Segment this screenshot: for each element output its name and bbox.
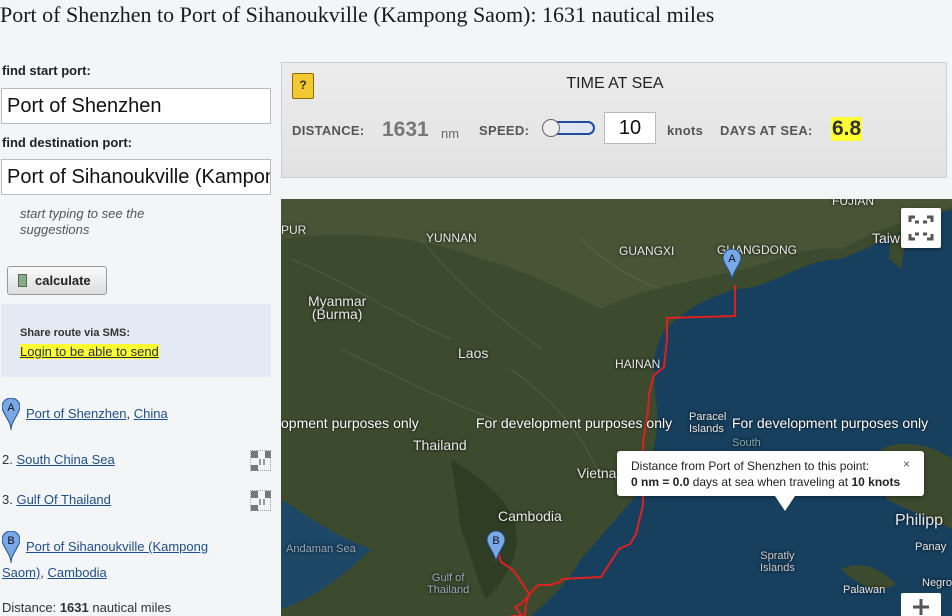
map-marker-b[interactable]: B bbox=[487, 531, 505, 563]
map-label-fujian: FUJIAN bbox=[832, 199, 874, 208]
qr-code-icon[interactable] bbox=[250, 490, 271, 511]
fullscreen-icon bbox=[908, 215, 934, 241]
fullscreen-button[interactable] bbox=[901, 208, 941, 248]
tooltip-line2: 0 nm = 0.0 days at sea when traveling at… bbox=[631, 474, 910, 490]
map-marker-b-letter: B bbox=[492, 535, 499, 547]
panel-title: TIME AT SEA bbox=[566, 75, 664, 92]
destination-port-value: Port of Sihanoukville (Kampong Saom) bbox=[7, 166, 270, 188]
qr-code-icon[interactable] bbox=[250, 450, 271, 471]
distance-footer-value: 1631 bbox=[59, 600, 89, 615]
distance-footer-label: Distance: bbox=[2, 600, 57, 615]
map-label-vietnam: Vietna bbox=[577, 465, 617, 481]
marker-a-letter: A bbox=[7, 402, 15, 414]
map-label-philippines: Philipp bbox=[895, 512, 944, 529]
route-item-2-index: 2. bbox=[2, 452, 13, 467]
start-port-value: Port of Shenzhen bbox=[7, 95, 162, 117]
calculate-button[interactable]: calculate bbox=[7, 266, 107, 295]
route-start-country-link[interactable]: China bbox=[134, 406, 168, 421]
distance-tooltip: Distance from Port of Shenzhen to this p… bbox=[617, 451, 924, 511]
map-label-andaman: Andaman Sea bbox=[286, 543, 356, 555]
route-start-port-link[interactable]: Port of Shenzhen bbox=[26, 406, 126, 421]
input-hint: start typing to see the suggestions bbox=[20, 206, 145, 237]
map-label-pur: PUR bbox=[281, 223, 307, 237]
route-item-3-index: 3. bbox=[2, 492, 13, 507]
speed-input[interactable] bbox=[604, 112, 656, 144]
distance-label: DISTANCE: bbox=[292, 123, 365, 138]
map-label-palawan: Palawan bbox=[843, 584, 886, 596]
route-end-port-link[interactable]: Port of Sihanoukville (Kampong bbox=[26, 539, 208, 554]
days-at-sea-label: DAYS AT SEA: bbox=[720, 123, 813, 138]
calculate-label: calculate bbox=[35, 273, 91, 288]
map-label-myanmar: Myanmar (Burma) bbox=[308, 293, 367, 322]
route-item-2: 2. South China Sea bbox=[2, 452, 115, 467]
tooltip-line1: Distance from Port of Shenzhen to this p… bbox=[631, 459, 870, 473]
sms-share-title: Share route via SMS: bbox=[20, 327, 131, 339]
map-label-paracel: Paracel Islands bbox=[689, 411, 727, 435]
speed-label: SPEED: bbox=[479, 123, 530, 138]
distance-summary: Distance: 1631 nautical miles bbox=[2, 600, 171, 615]
days-at-sea-value: 6.8 bbox=[831, 117, 863, 141]
dev-watermark-2: For development purposes only bbox=[476, 415, 673, 431]
map-label-gulf-thailand: Gulf of Thailand bbox=[427, 572, 470, 596]
route-end-port-link-cont[interactable]: Saom) bbox=[2, 565, 40, 580]
distance-footer-unit: nautical miles bbox=[92, 600, 172, 615]
marker-b-letter: B bbox=[7, 535, 14, 547]
map-terrain bbox=[281, 199, 952, 616]
tooltip-mid-text: days at sea when traveling at bbox=[689, 475, 852, 489]
map-marker-a[interactable]: A bbox=[723, 249, 741, 281]
sms-share-box: Share route via SMS: Login to be able to… bbox=[1, 304, 271, 377]
speed-slider-knob[interactable] bbox=[542, 119, 560, 137]
calculator-icon bbox=[18, 274, 27, 287]
map-label-spratly: Spratly Islands bbox=[760, 550, 795, 574]
route-item-end-line1: Port of Sihanoukville (Kampong bbox=[26, 539, 208, 554]
map-label-guangxi: GUANGXI bbox=[619, 244, 675, 258]
route-item-end-line2: Saom), Cambodia bbox=[2, 565, 107, 580]
tooltip-tail bbox=[775, 496, 795, 511]
map-label-laos: Laos bbox=[458, 345, 489, 361]
speed-slider[interactable] bbox=[542, 119, 595, 137]
map-label-thailand: Thailand bbox=[413, 437, 467, 453]
start-port-label: find start port: bbox=[2, 63, 91, 78]
distance-unit: nm bbox=[441, 126, 460, 141]
destination-port-input[interactable]: Port of Sihanoukville (Kampong Saom) bbox=[1, 159, 271, 195]
tooltip-knots-value: 10 knots bbox=[851, 475, 901, 489]
dev-watermark-3: For development purposes only bbox=[732, 415, 929, 431]
route-end-country-link[interactable]: Cambodia bbox=[48, 565, 107, 580]
destination-port-label: find destination port: bbox=[2, 135, 132, 150]
distance-value: 1631 bbox=[382, 118, 429, 141]
map-label-yunnan: YUNNAN bbox=[426, 231, 477, 245]
dev-watermark-1: opment purposes only bbox=[281, 415, 419, 431]
marker-b-icon: B bbox=[2, 531, 20, 563]
map-label-cambodia: Cambodia bbox=[498, 508, 562, 524]
route-item-3: 3. Gulf Of Thailand bbox=[2, 492, 111, 507]
route-item-2-link[interactable]: South China Sea bbox=[16, 452, 114, 467]
marker-a-icon: A bbox=[2, 398, 20, 430]
map-label-south: South bbox=[732, 437, 761, 449]
tooltip-nm-value: 0 nm = 0.0 bbox=[631, 475, 690, 489]
time-at-sea-panel: ? TIME AT SEA DISTANCE: 1631 nm SPEED: k… bbox=[281, 62, 947, 178]
map-label-negros: Negro bbox=[922, 577, 952, 589]
start-port-input[interactable]: Port of Shenzhen bbox=[1, 88, 271, 124]
tooltip-close-icon[interactable]: × bbox=[903, 456, 910, 472]
route-item-3-link[interactable]: Gulf Of Thailand bbox=[16, 492, 110, 507]
plus-icon bbox=[913, 599, 929, 615]
speed-unit: knots bbox=[667, 123, 704, 138]
sms-login-link[interactable]: Login to be able to send bbox=[20, 344, 159, 359]
route-map[interactable]: FUJIAN PUR YUNNAN GUANGXI GUANGDONG Taiw… bbox=[281, 199, 952, 616]
map-label-hainan: HAINAN bbox=[615, 357, 661, 371]
page-title: Port of Shenzhen to Port of Sihanoukvill… bbox=[0, 2, 715, 27]
map-marker-a-letter: A bbox=[728, 253, 736, 265]
map-label-panay: Panay bbox=[915, 541, 947, 553]
zoom-in-button[interactable] bbox=[901, 593, 941, 616]
map-label-taiwan: Taiw bbox=[872, 230, 901, 246]
route-item-start: Port of Shenzhen, China bbox=[26, 406, 168, 421]
